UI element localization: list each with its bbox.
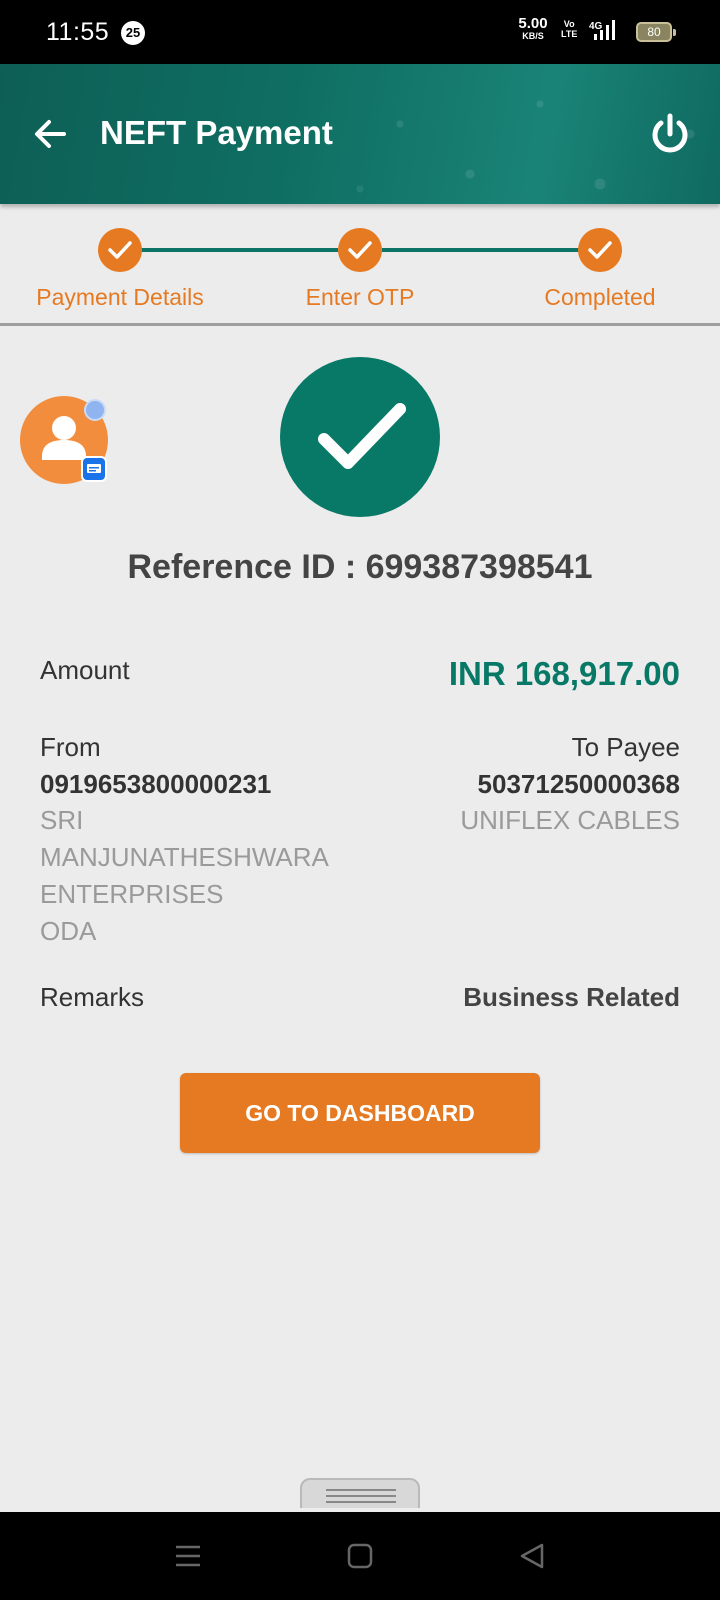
step-3-check — [578, 228, 622, 272]
from-name-line: ODA — [40, 916, 97, 946]
to-account-number: 50371250000368 — [477, 769, 680, 799]
to-payee-name: UNIFLEX CABLES — [460, 805, 680, 835]
step-connector — [140, 248, 338, 252]
recent-apps-button[interactable] — [172, 1540, 204, 1572]
battery-level: 80 — [647, 25, 661, 39]
step-label-payment-details: Payment Details — [36, 284, 204, 310]
network-speed-value: 5.00 — [518, 15, 548, 32]
success-indicator — [280, 357, 440, 517]
remarks-value: Business Related — [463, 982, 680, 1012]
from-label: From — [40, 732, 101, 762]
from-name-line: ENTERPRISES — [40, 879, 224, 909]
remarks-label: Remarks — [40, 982, 145, 1012]
from-name-line: SRI — [40, 805, 84, 835]
amount-value: INR 168,917.00 — [448, 655, 680, 692]
reference-id: Reference ID : 699387398541 — [127, 548, 593, 586]
back-button[interactable] — [30, 114, 70, 154]
from-name-line: MANJUNATHESHWARA — [40, 842, 329, 872]
notification-count-badge: 25 — [121, 21, 145, 45]
signal-icon: 4G — [589, 18, 629, 49]
battery-icon: 80 — [636, 22, 676, 42]
step-label-completed: Completed — [544, 284, 656, 310]
step-2-check — [338, 228, 382, 272]
go-to-dashboard-button[interactable]: GO TO DASHBOARD — [180, 1073, 540, 1153]
home-button[interactable] — [344, 1540, 376, 1572]
status-time: 11:55 — [46, 18, 110, 46]
status-dot-icon — [84, 399, 106, 421]
step-connector — [382, 248, 580, 252]
check-icon — [348, 241, 372, 259]
check-icon — [108, 241, 132, 259]
check-icon — [588, 241, 612, 259]
system-navigation-bar — [0, 1512, 720, 1600]
status-bar: 11:55 25 5.00 KB/S Vo LTE 4G 80 — [0, 0, 720, 64]
to-payee-label: To Payee — [571, 732, 680, 762]
menu-icon — [176, 1545, 200, 1567]
from-account-name: SRI MANJUNATHESHWARA ENTERPRISES ODA — [40, 802, 329, 950]
volte-bottom: LTE — [561, 29, 578, 39]
from-account-number: 0919653800000231 — [40, 769, 272, 799]
network-speed: 5.00 KB/S — [514, 16, 552, 41]
square-icon — [347, 1543, 373, 1569]
volte-top: Vo — [563, 19, 575, 29]
back-nav-button[interactable] — [516, 1540, 548, 1572]
progress-stepper: Payment Details Enter OTP Completed — [0, 204, 720, 326]
arrow-left-icon — [35, 120, 66, 148]
amount-label: Amount — [40, 655, 130, 685]
drawer-handle[interactable] — [300, 1478, 420, 1508]
step-1-check — [98, 228, 142, 272]
network-speed-unit: KB/S — [522, 31, 544, 41]
step-label-enter-otp: Enter OTP — [305, 284, 415, 310]
check-icon — [318, 403, 406, 469]
triangle-back-icon — [520, 1543, 544, 1569]
app-header: NEFT Payment — [0, 64, 720, 204]
power-icon — [652, 113, 688, 153]
page-title: NEFT Payment — [100, 114, 333, 151]
volte-icon: Vo LTE — [561, 19, 577, 39]
logout-button[interactable] — [648, 112, 692, 156]
message-icon — [81, 456, 107, 482]
